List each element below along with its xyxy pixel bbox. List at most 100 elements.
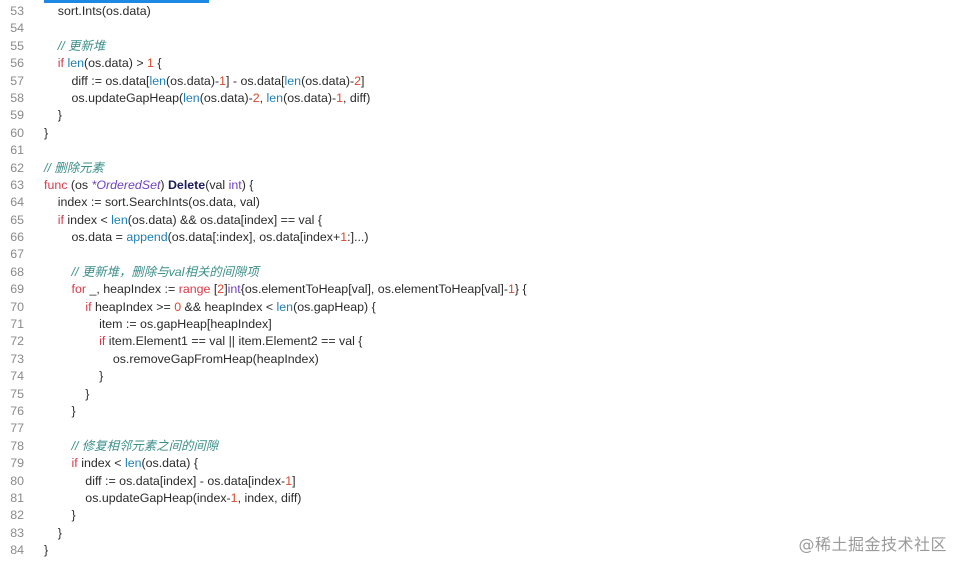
line-code: os.data = append(os.data[:index], os.dat… [44, 229, 955, 246]
code-line[interactable]: 72 if item.Element1 == val || item.Eleme… [0, 333, 955, 350]
code-token: (os.data)- [166, 73, 220, 88]
line-number: 76 [10, 403, 24, 418]
code-token: index := sort.SearchInts(os.data, val) [44, 195, 260, 210]
code-token: (os.data[:index], os.data[index+ [167, 230, 341, 245]
line-number: 61 [10, 143, 24, 158]
code-line[interactable]: 68 // 更新堆，删除与val相关的间隙项 [0, 264, 955, 281]
code-line[interactable]: 74 } [0, 368, 955, 385]
code-lines[interactable]: 53 sort.Ints(os.data) 54 55 // 更新堆 56 if le… [0, 3, 955, 560]
code-token: 1 [219, 73, 226, 88]
code-line[interactable]: 56 if len(os.data) > 1 { [0, 55, 955, 72]
line-code: item := os.gapHeap[heapIndex] [44, 316, 955, 333]
code-token: (val [205, 177, 229, 192]
line-code: } [44, 386, 955, 403]
code-line[interactable]: 60} [0, 125, 955, 142]
code-line[interactable]: 55 // 更新堆 [0, 38, 955, 55]
line-number: 82 [10, 508, 24, 523]
code-line[interactable]: 62 // 删除元素 [0, 160, 955, 177]
code-line[interactable]: 66 os.data = append(os.data[:index], os.… [0, 229, 955, 246]
code-line[interactable]: 75 } [0, 386, 955, 403]
line-number: 84 [10, 543, 24, 558]
code-token: (os.data) { [141, 456, 198, 471]
line-code: // 更新堆，删除与val相关的间隙项 [44, 264, 955, 281]
code-token: , diff) [343, 90, 371, 105]
code-token: } [44, 543, 49, 558]
line-number: 81 [10, 490, 24, 505]
line-code: os.updateGapHeap(len(os.data)-2, len(os.… [44, 90, 955, 107]
line-code: os.removeGapFromHeap(heapIndex) [44, 351, 955, 368]
line-code: // 更新堆 [44, 38, 955, 55]
code-line[interactable]: 70 if heapIndex >= 0 && heapIndex < len(… [0, 299, 955, 316]
code-token: 1 [336, 90, 343, 105]
code-token: } [44, 525, 62, 540]
code-token: ] [292, 473, 296, 488]
code-line[interactable]: 59 } [0, 107, 955, 124]
line-number: 73 [10, 351, 24, 366]
code-line[interactable]: 63 func (os *OrderedSet) Delete(val int) … [0, 177, 955, 194]
code-token: os.updateGapHeap(index- [44, 490, 231, 505]
code-line[interactable]: 80 diff := os.data[index] - os.data[inde… [0, 473, 955, 490]
code-token: len [266, 90, 284, 105]
line-number: 70 [10, 299, 24, 314]
code-token: (os.data)- [199, 90, 253, 105]
code-token: diff := os.data[index] - os.data[index- [44, 473, 286, 488]
code-token: item.Element1 == val || item.Element2 ==… [105, 334, 363, 349]
code-line[interactable]: 77 [0, 420, 955, 437]
code-line[interactable]: 54 [0, 20, 955, 37]
code-line[interactable]: 78 // 修复相邻元素之间的间隙 [0, 438, 955, 455]
code-token: 2 [252, 90, 260, 105]
code-line[interactable]: 69 for _, heapIndex := range [2]int{os.e… [0, 281, 955, 298]
line-number: 67 [10, 247, 24, 262]
code-line[interactable]: 64 index := sort.SearchInts(os.data, val… [0, 194, 955, 211]
code-token: (os.data) > [83, 56, 148, 71]
line-number: 69 [10, 282, 24, 297]
code-token: func [44, 177, 68, 192]
code-line[interactable]: 53 sort.Ints(os.data) [0, 3, 955, 20]
code-line[interactable]: 73 os.removeGapFromHeap(heapIndex) [0, 351, 955, 368]
line-number: 80 [10, 473, 24, 488]
code-token: len [149, 73, 167, 88]
code-line[interactable]: 61 [0, 142, 955, 159]
line-code: if index < len(os.data) { [44, 455, 955, 472]
code-line[interactable]: 58 os.updateGapHeap(len(os.data)-2, len(… [0, 90, 955, 107]
code-line[interactable]: 65 if index < len(os.data) && os.data[in… [0, 212, 955, 229]
code-token: Delete [167, 177, 206, 192]
code-line[interactable]: 79 if index < len(os.data) { [0, 455, 955, 472]
code-token: // 删除元素 [44, 160, 104, 175]
code-line[interactable]: 81 os.updateGapHeap(index-1, index, diff… [0, 490, 955, 507]
code-token: *OrderedSet [91, 177, 161, 192]
line-number: 66 [10, 230, 24, 245]
code-editor[interactable]: 53 sort.Ints(os.data) 54 55 // 更新堆 56 if le… [0, 0, 955, 561]
code-line[interactable]: 67 [0, 246, 955, 263]
code-line[interactable]: 57 diff := os.data[len(os.data)-1] - os.… [0, 73, 955, 90]
code-token: // 更新堆 [57, 38, 106, 53]
line-code: if heapIndex >= 0 && heapIndex < len(os.… [44, 299, 955, 316]
line-number: 56 [10, 56, 24, 71]
code-token: diff := os.data[ [44, 73, 150, 88]
code-token: os.data = [44, 230, 127, 245]
line-number: 75 [10, 386, 24, 401]
code-line[interactable]: 82 } [0, 507, 955, 524]
line-number: 59 [10, 108, 24, 123]
code-token: } { [514, 282, 527, 297]
code-token: append [126, 230, 168, 245]
code-token: } [44, 508, 76, 523]
line-number: 83 [10, 525, 24, 540]
code-token: len [183, 90, 200, 105]
code-token: os.removeGapFromHeap(heapIndex) [44, 351, 319, 366]
code-token: (os.data)- [283, 90, 337, 105]
code-line[interactable]: 71 item := os.gapHeap[heapIndex] [0, 316, 955, 333]
line-code: diff := os.data[len(os.data)-1] - os.dat… [44, 73, 955, 90]
code-token: } [44, 403, 76, 418]
code-line[interactable]: 76 } [0, 403, 955, 420]
line-code: for _, heapIndex := range [2]int{os.elem… [44, 281, 955, 298]
line-number: 58 [10, 90, 24, 105]
line-number: 60 [10, 125, 24, 140]
code-token: } [44, 369, 104, 384]
line-number: 74 [10, 369, 24, 384]
